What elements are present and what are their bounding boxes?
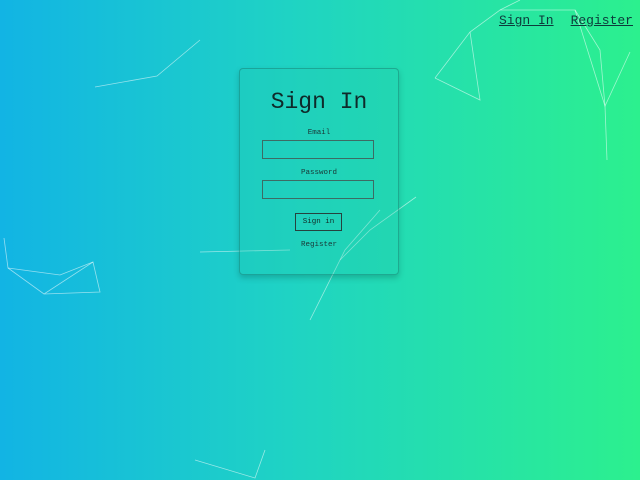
email-field[interactable]: [262, 140, 374, 159]
sign-in-card: Sign In Email Password Sign in Register: [239, 68, 399, 275]
nav-sign-in-link[interactable]: Sign In: [499, 13, 554, 28]
sign-in-button[interactable]: Sign in: [295, 213, 342, 231]
top-nav: Sign In Register: [499, 13, 633, 28]
page-title: Sign In: [270, 89, 368, 115]
register-link[interactable]: Register: [240, 241, 398, 249]
nav-register-link[interactable]: Register: [571, 13, 633, 28]
password-label: Password: [300, 169, 337, 177]
email-label: Email: [307, 129, 331, 137]
password-field[interactable]: [262, 180, 374, 199]
